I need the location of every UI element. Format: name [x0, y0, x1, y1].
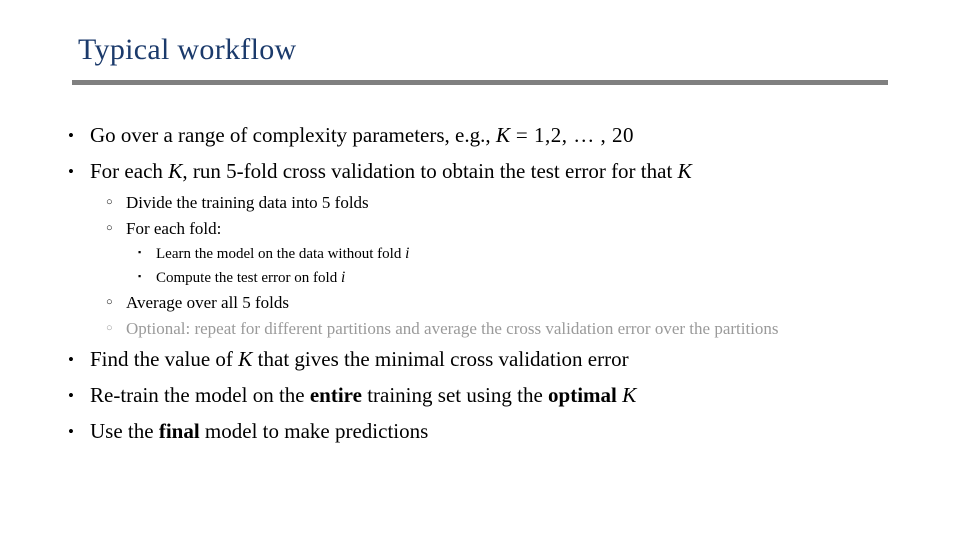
bullet4-part2-text: that gives the minimal cross validation …	[252, 347, 629, 372]
bullet4-part1-text: Find the value of	[90, 347, 239, 372]
bullet-level3-compute-test-error: ▪ Compute the test error on fold i	[0, 266, 960, 290]
bullet-level1-find-value-of-k: • Find the value of K that gives the min…	[0, 342, 960, 378]
bullet5-variable-k: K	[622, 383, 637, 408]
bullet-circle-icon: ○	[106, 221, 113, 234]
bullet-level3-text: Compute the test error on fold i	[156, 268, 346, 287]
bullet-circle-icon: ○	[106, 195, 113, 208]
bullet1-lead-text: Go over a range of complexity parameters…	[90, 123, 496, 148]
bullet5-part1-text: Re-train the model on the	[90, 383, 310, 408]
bullet5-emphasis-optimal: optimal	[548, 383, 617, 408]
bullet3b-lead-text: Compute the test error on fold	[156, 269, 341, 286]
bullet-level2-divide-training-data: ○ Divide the training data into 5 folds	[0, 190, 960, 216]
bullet6-part1-text: Use the	[90, 419, 159, 444]
bullet-dot-icon: •	[68, 161, 74, 181]
page-title: Typical workflow	[78, 33, 297, 66]
bullet2-part2-text: , run 5-fold cross validation to obtain …	[182, 159, 678, 184]
bullet4-variable-k: K	[238, 347, 253, 372]
bullet6-emphasis-final: final	[158, 419, 200, 444]
bullet-level3-text: Learn the model on the data without fold…	[156, 244, 410, 263]
bullet-circle-icon: ○	[106, 321, 113, 334]
bullet-dot-icon: •	[68, 349, 74, 369]
bullet-dot-icon: •	[68, 125, 74, 145]
bullet-circle-icon: ○	[106, 295, 113, 308]
title-underline-rule	[72, 80, 888, 85]
bullet2-variable-k-first: K	[168, 159, 183, 184]
bullet-level1-text: Go over a range of complexity parameters…	[90, 123, 634, 148]
bullet3b-variable-i: i	[340, 268, 346, 286]
bullet-square-icon: ▪	[138, 270, 142, 281]
bullet-dot-icon: •	[68, 421, 74, 441]
bullet-level1-text: Re-train the model on the entire trainin…	[90, 383, 637, 408]
bullet5-part2-text: training set using the	[361, 383, 549, 408]
bullet-level1-text: For each K, run 5-fold cross validation …	[90, 159, 692, 184]
bullet-level2-text: Divide the training data into 5 folds	[126, 192, 369, 212]
bullet6-part2-text: model to make predictions	[199, 419, 429, 444]
bullet-level1-use-final-model: • Use the final model to make prediction…	[0, 414, 960, 450]
bullet-level1-go-over-range: • Go over a range of complexity paramete…	[0, 118, 960, 154]
bullet-level1-retrain-model: • Re-train the model on the entire train…	[0, 378, 960, 414]
bullet-level2-text: For each fold:	[126, 218, 222, 238]
bullet-level3-learn-model: ▪ Learn the model on the data without fo…	[0, 242, 960, 266]
bullet5-emphasis-entire: entire	[309, 383, 362, 408]
bullet-level1-text: Find the value of K that gives the minim…	[90, 347, 629, 372]
bullet2-variable-k-second: K	[677, 159, 692, 184]
bullet-level2-for-each-fold: ○ For each fold:	[0, 216, 960, 242]
bullet1-math-variable: K	[495, 123, 511, 148]
slide-canvas: Typical workflow • Go over a range of co…	[0, 0, 960, 540]
bullet3a-variable-i: i	[405, 244, 410, 262]
bullet3a-lead-text: Learn the model on the data without fold	[156, 245, 406, 262]
bullet-level2-text-muted: Optional: repeat for different partition…	[126, 318, 779, 338]
bullet2-part1-text: For each	[90, 159, 169, 184]
bullet-level2-average-folds: ○ Average over all 5 folds	[0, 290, 960, 316]
bullet-level1-text: Use the final model to make predictions	[90, 420, 428, 443]
bullet-square-icon: ▪	[138, 246, 142, 257]
bullet-level2-optional-partitions: ○ Optional: repeat for different partiti…	[0, 316, 960, 342]
bullet-dot-icon: •	[68, 385, 74, 405]
bullet-level2-text: Average over all 5 folds	[126, 292, 290, 312]
bullet-level1-for-each-k: • For each K, run 5-fold cross validatio…	[0, 154, 960, 190]
bullet1-math-expression: = 1,2, … , 20	[510, 123, 634, 148]
slide-body: • Go over a range of complexity paramete…	[0, 118, 960, 450]
